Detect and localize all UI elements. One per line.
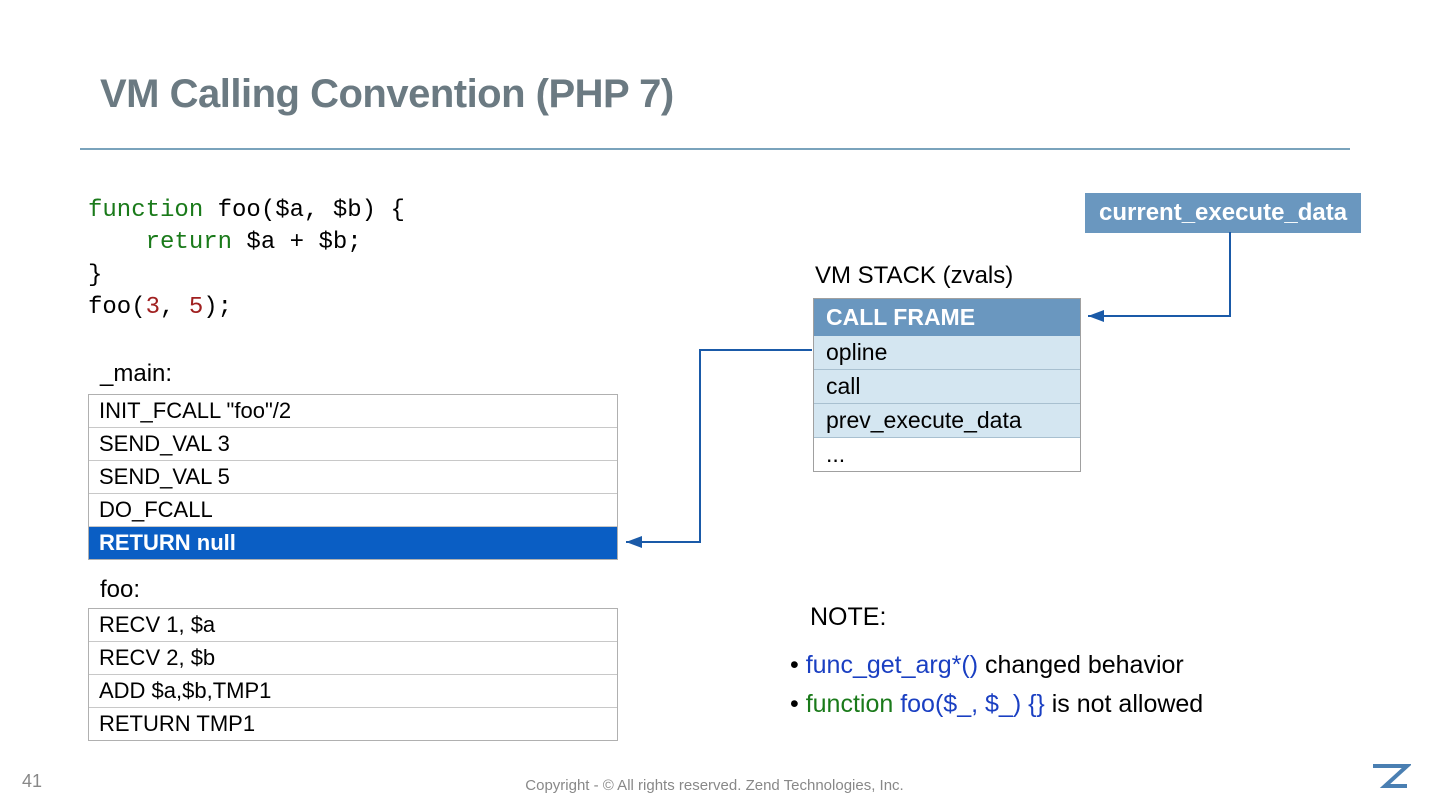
code-text: ); (203, 294, 232, 321)
note-text: foo( (893, 690, 943, 718)
code-text: } (88, 262, 102, 289)
code-text: $a + $b; (232, 229, 362, 256)
table-row-highlight: RETURN null (89, 527, 617, 559)
note-text: is not allowed (1052, 690, 1203, 718)
vm-stack-label: VM STACK (zvals) (815, 262, 1013, 290)
copyright: Copyright - © All rights reserved. Zend … (0, 777, 1429, 794)
table-row: SEND_VAL 5 (89, 461, 617, 494)
zend-logo-icon (1369, 762, 1411, 790)
foo-table: RECV 1, $a RECV 2, $b ADD $a,$b,TMP1 RET… (88, 608, 618, 741)
code-text: , (160, 294, 189, 321)
main-label: _main: (100, 360, 172, 388)
table-row: ADD $a,$b,TMP1 (89, 675, 617, 708)
num: 5 (189, 294, 203, 321)
note-text: $_, $_ (943, 690, 1013, 718)
kw-return: return (88, 229, 232, 256)
code-text: foo($a, $b) { (203, 197, 405, 224)
slide: VM Calling Convention (PHP 7) function f… (0, 0, 1429, 804)
table-row: ... (814, 438, 1080, 471)
table-row: call (814, 370, 1080, 404)
foo-label: foo: (100, 576, 140, 604)
slide-title: VM Calling Convention (PHP 7) (100, 72, 674, 117)
table-row: RECV 2, $b (89, 642, 617, 675)
table-row: RETURN TMP1 (89, 708, 617, 740)
table-row: prev_execute_data (814, 404, 1080, 438)
code-text: foo( (88, 294, 146, 321)
table-row: SEND_VAL 3 (89, 428, 617, 461)
code-block: function foo($a, $b) { return $a + $b; }… (88, 195, 405, 325)
table-row: RECV 1, $a (89, 609, 617, 642)
call-frame-header: CALL FRAME (814, 299, 1080, 336)
list-item: function foo($_, $_) {} is not allowed (790, 685, 1203, 724)
note-text: func_get_arg*() (806, 651, 978, 679)
table-row: opline (814, 336, 1080, 370)
table-row: INIT_FCALL "foo"/2 (89, 395, 617, 428)
current-execute-data-box: current_execute_data (1085, 193, 1361, 233)
table-row: DO_FCALL (89, 494, 617, 527)
divider (80, 148, 1350, 150)
note-text: ) {} (1013, 690, 1052, 718)
note-list: func_get_arg*() changed behavior functio… (790, 646, 1203, 724)
note-text: function (806, 690, 894, 718)
num: 3 (146, 294, 160, 321)
call-frame-table: CALL FRAME opline call prev_execute_data… (813, 298, 1081, 472)
kw-function: function (88, 197, 203, 224)
note-text: changed behavior (978, 651, 1184, 679)
note-title: NOTE: (810, 603, 886, 632)
list-item: func_get_arg*() changed behavior (790, 646, 1203, 685)
main-table: INIT_FCALL "foo"/2 SEND_VAL 3 SEND_VAL 5… (88, 394, 618, 560)
